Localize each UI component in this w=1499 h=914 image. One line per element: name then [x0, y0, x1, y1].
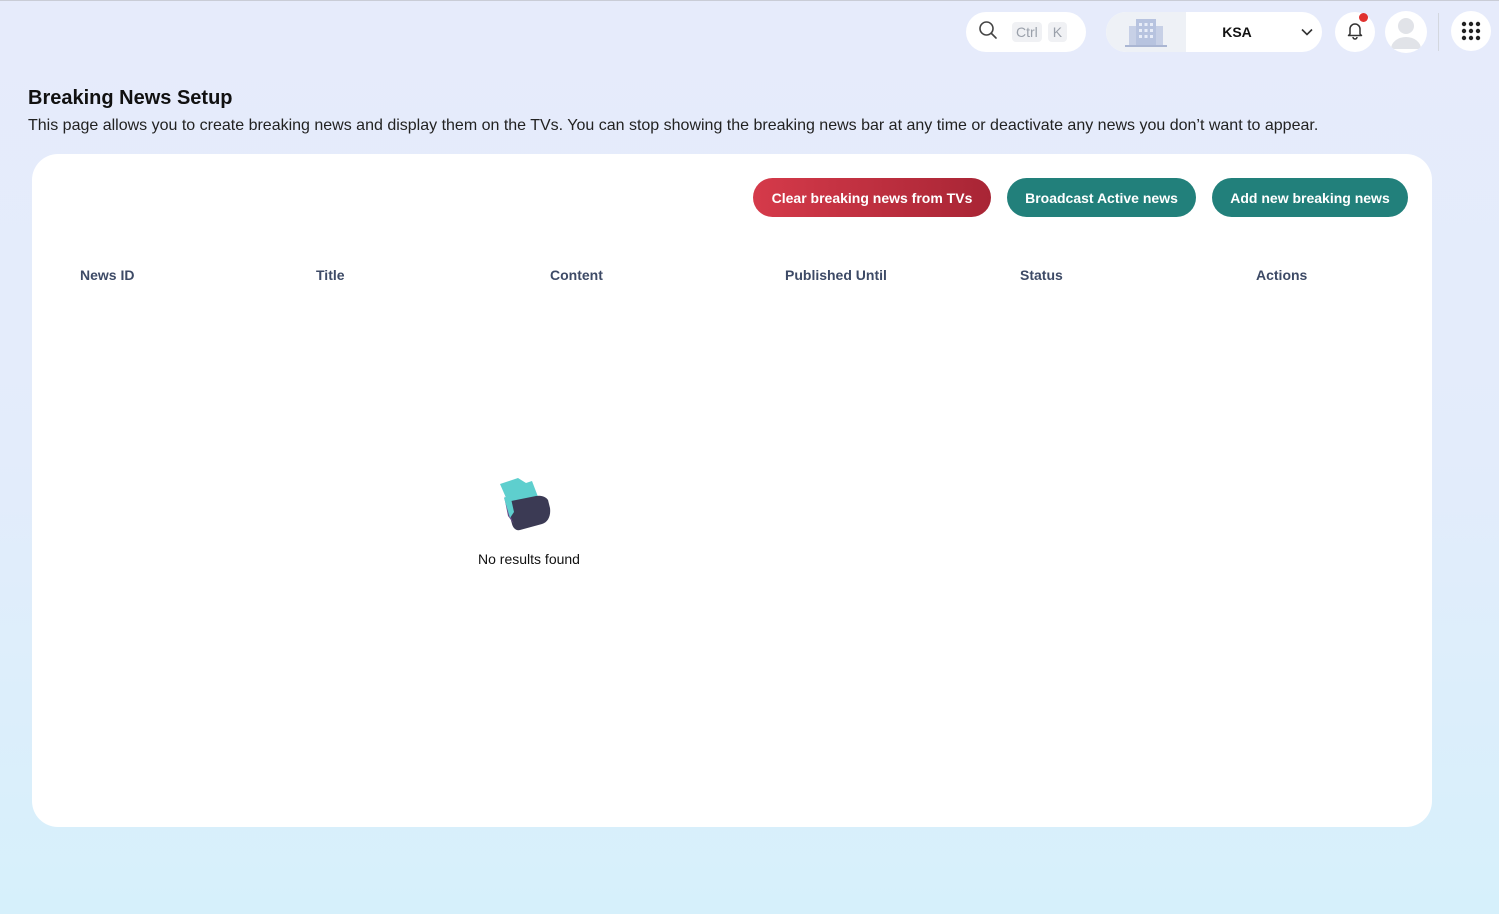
empty-state-label: No results found [478, 551, 580, 567]
building-icon [1106, 12, 1186, 52]
shortcut-k-key: K [1047, 22, 1068, 42]
column-header-status[interactable]: Status [1020, 267, 1063, 283]
page-title: Breaking News Setup [28, 87, 233, 109]
empty-folder-icon [500, 478, 551, 531]
apps-menu-button[interactable] [1451, 11, 1491, 51]
column-header-title[interactable]: Title [316, 267, 345, 283]
shortcut-ctrl-key: Ctrl [1012, 22, 1042, 42]
grid-icon [1461, 21, 1481, 41]
page-description: This page allows you to create breaking … [28, 117, 1319, 134]
tenant-name: KSA [1222, 24, 1252, 40]
search-icon [978, 20, 998, 45]
column-header-actions[interactable]: Actions [1256, 267, 1307, 283]
column-header-content[interactable]: Content [550, 267, 603, 283]
column-header-news-id[interactable]: News ID [80, 267, 134, 283]
user-icon [1391, 18, 1421, 49]
tenant-selector[interactable]: KSA [1106, 12, 1322, 52]
notifications-button[interactable] [1335, 12, 1375, 52]
chevron-down-icon [1292, 25, 1322, 39]
column-header-published-until[interactable]: Published Until [785, 267, 887, 283]
add-breaking-news-button[interactable]: Add new breaking news [1212, 178, 1408, 217]
news-card: Clear breaking news from TVs Broadcast A… [32, 154, 1432, 827]
topbar-divider [1438, 13, 1439, 51]
search-box[interactable]: Ctrl K [966, 12, 1086, 52]
avatar[interactable] [1385, 11, 1427, 53]
empty-state: No results found [452, 476, 606, 567]
bell-icon [1345, 20, 1365, 45]
broadcast-active-news-button[interactable]: Broadcast Active news [1007, 178, 1196, 217]
notification-dot [1359, 13, 1368, 22]
clear-breaking-news-button[interactable]: Clear breaking news from TVs [753, 178, 991, 217]
